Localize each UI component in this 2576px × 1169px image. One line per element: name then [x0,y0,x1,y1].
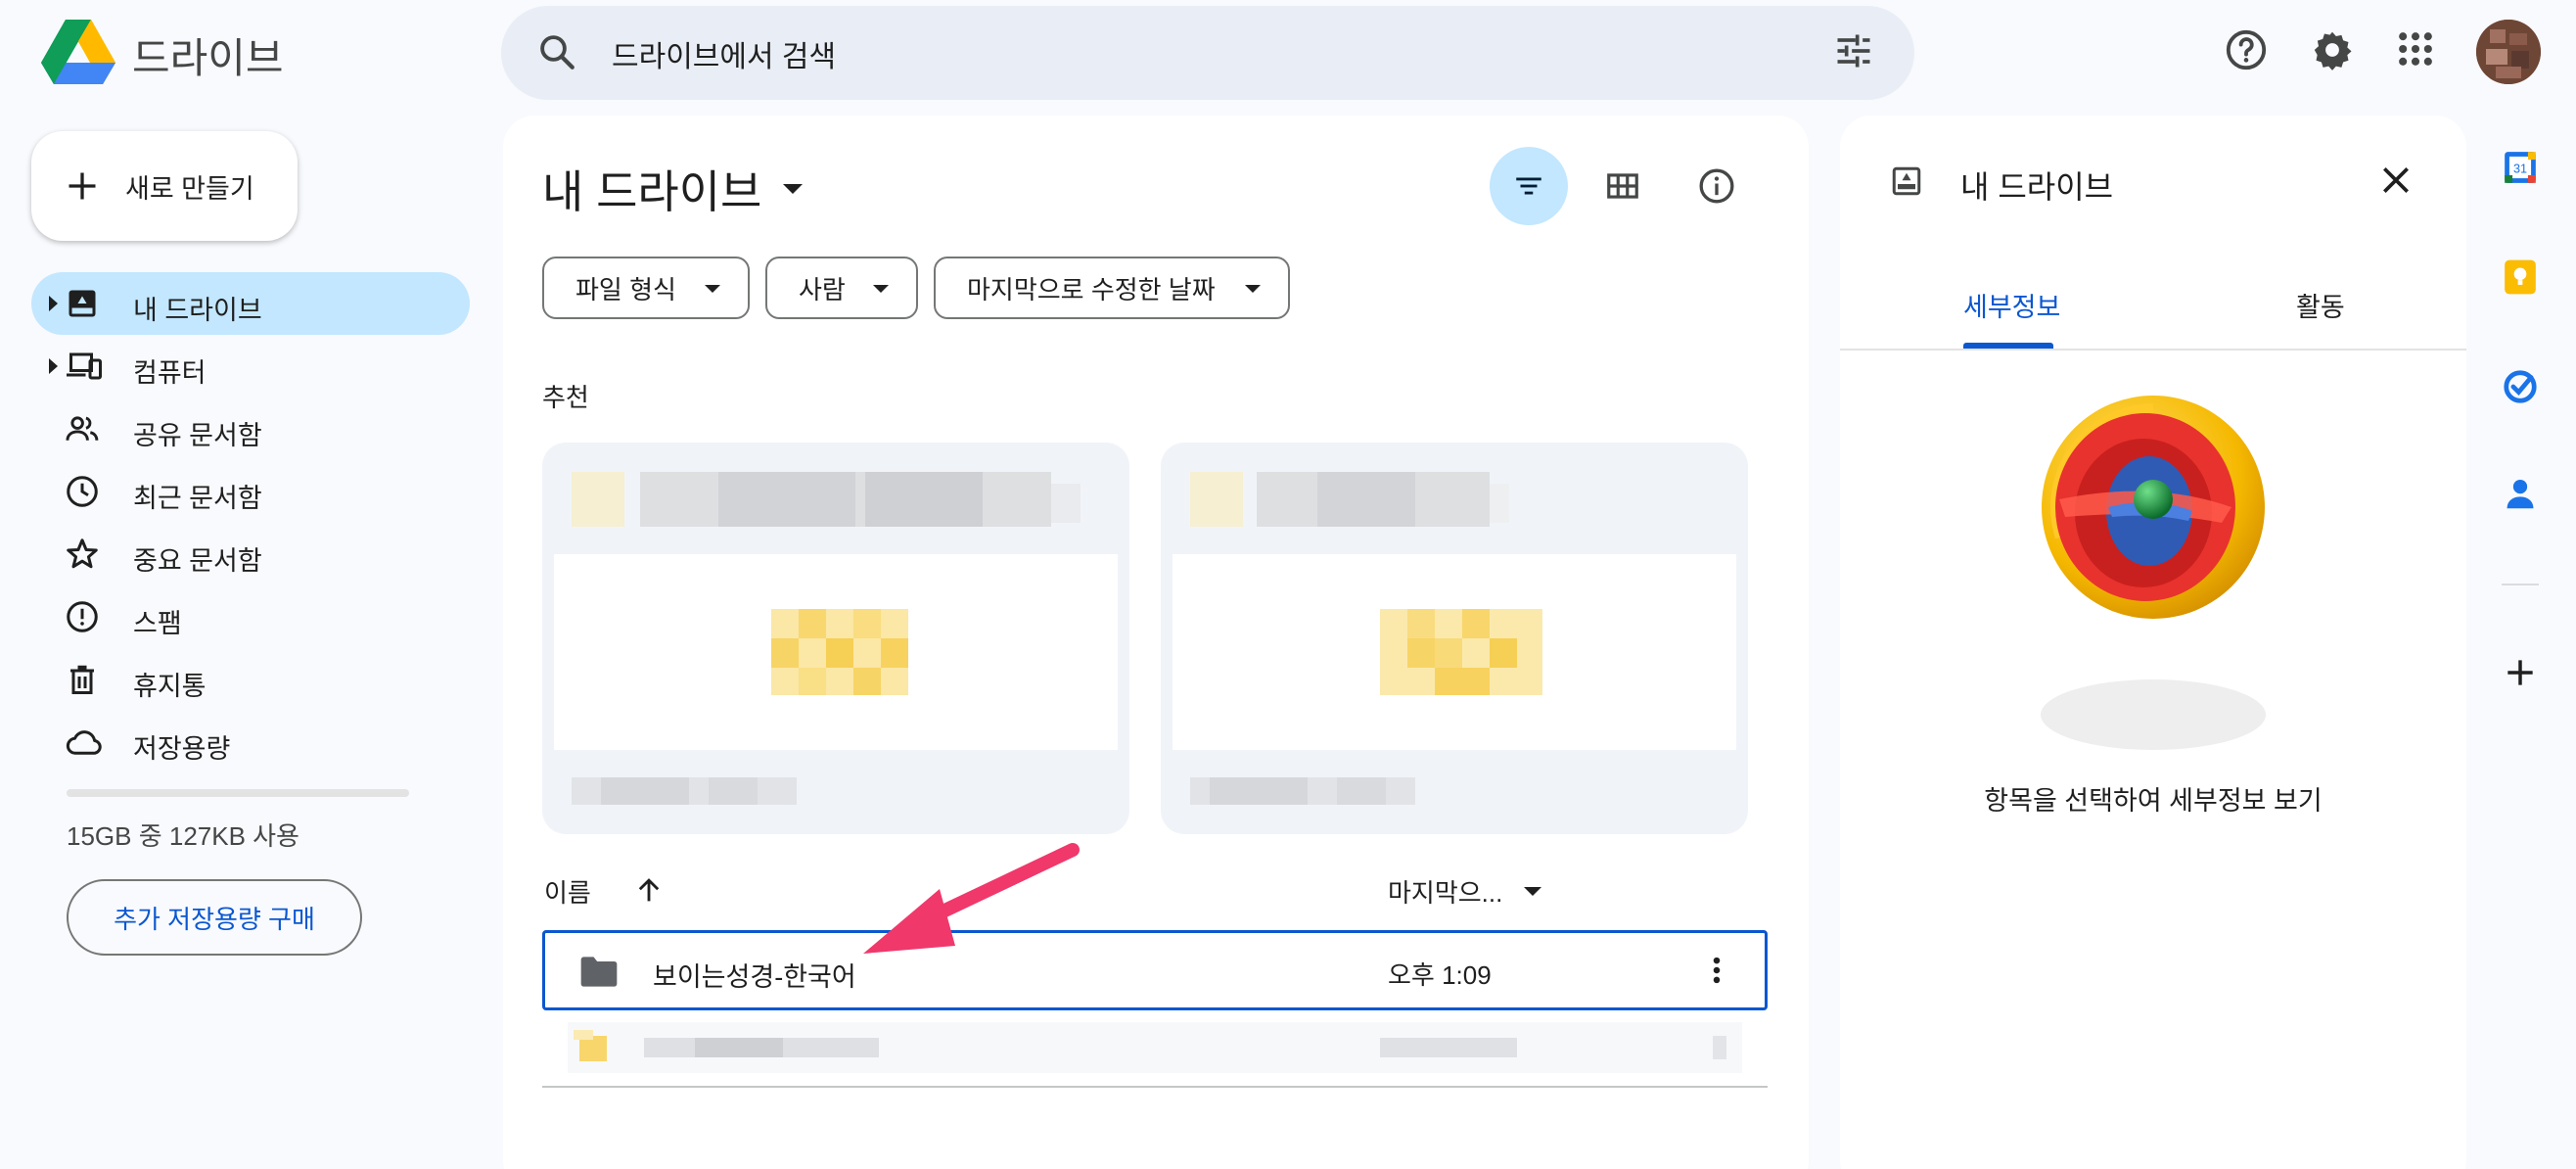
info-icon [1699,168,1734,204]
contacts-icon[interactable] [2502,476,2539,513]
details-info-button[interactable] [1678,147,1756,225]
star-icon [65,537,100,572]
settings-icon[interactable] [2310,27,2355,72]
expand-caret-icon[interactable] [49,296,58,311]
table-divider [542,1086,1768,1088]
sidebar-item-label: 중요 문서함 [133,546,262,576]
sidebar-item-storage[interactable]: 저장용량 [31,711,470,773]
file-thumbnail-blurred [1173,554,1736,750]
file-modified-time: 오후 1:09 [1388,960,1492,990]
column-header-modified[interactable]: 마지막으... [1388,873,1542,910]
sidebar-item-recent[interactable]: 최근 문서함 [31,460,470,523]
sidebar-item-label: 공유 문서함 [133,421,262,450]
column-header-label: 이름 [544,878,591,908]
apps-icon[interactable] [2394,27,2437,70]
chevron-down-icon [873,285,889,293]
annotation-arrow [842,842,1096,969]
help-icon[interactable] [2224,27,2269,72]
grid-view-button[interactable] [1584,147,1662,225]
calendar-day: 31 [2513,163,2527,176]
my-drive-icon [65,286,100,321]
sidebar-item-label: 내 드라이브 [133,296,262,325]
cloud-icon [65,725,102,760]
sidebar-item-computers[interactable]: 컴퓨터 [31,335,470,397]
suggested-title: 추천 [542,383,589,412]
my-drive-icon [1889,163,1924,200]
empty-details-illustration [2026,392,2280,764]
search-input[interactable]: 드라이브에서 검색 [612,32,836,75]
storage-usage-text: 15GB 중 127KB 사용 [67,821,299,851]
details-title: 내 드라이브 [1960,169,2114,205]
card-footer-blurred [1190,777,1425,805]
storage-progress-bar [67,789,409,797]
suggested-file-card[interactable] [542,443,1129,834]
calendar-icon[interactable]: 31 [2502,149,2539,186]
grid-icon [1607,173,1638,199]
new-button[interactable]: 새로 만들기 [31,131,298,241]
sidebar-item-label: 컴퓨터 [133,358,207,388]
drive-logo[interactable] [41,20,115,84]
search-icon[interactable] [536,31,577,72]
sidebar-item-shared[interactable]: 공유 문서함 [31,397,470,460]
filter-chip-label: 파일 형식 [575,274,676,304]
keep-icon[interactable] [2502,258,2539,296]
chevron-down-icon [705,285,720,293]
sidebar-item-label: 저장용량 [133,734,231,764]
page-title[interactable]: 내 드라이브 [542,157,804,221]
new-button-label: 새로 만들기 [125,173,254,204]
sidebar-item-label: 스팸 [133,609,182,638]
filter-chip-label: 사람 [799,274,846,304]
filter-view-button[interactable] [1490,147,1568,225]
card-footer-blurred [572,777,806,805]
expand-caret-icon[interactable] [49,358,58,374]
sidebar-item-my-drive[interactable]: 내 드라이브 [31,272,470,335]
dropdown-arrow-icon [783,184,804,194]
details-empty-message: 항목을 선택하여 세부정보 보기 [1984,786,2323,816]
table-row-blurred[interactable] [568,1022,1742,1073]
trash-icon [65,662,100,697]
filter-chip-people[interactable]: 사람 [765,257,918,319]
folder-icon [577,954,621,991]
close-icon[interactable] [2376,161,2415,200]
tune-icon[interactable] [1832,29,1875,72]
file-thumbnail-blurred [554,554,1118,750]
filter-chip-type[interactable]: 파일 형식 [542,257,750,319]
tab-activity[interactable]: 활동 [2296,286,2345,324]
clock-icon [65,474,100,509]
sidebar-nav: 내 드라이브 컴퓨터 공유 문서함 최근 문서함 중요 문서함 스팸 휴지통 저… [31,272,470,773]
column-header-label: 마지막으... [1388,878,1503,908]
sidebar-item-starred[interactable]: 중요 문서함 [31,523,470,585]
chevron-down-icon [1524,887,1542,896]
page-title-text: 내 드라이브 [542,166,762,217]
tasks-icon[interactable] [2502,368,2539,405]
filter-lines-icon [1516,177,1541,195]
card-header-blurred [572,472,1100,527]
tab-divider [1840,349,2466,351]
column-header-name[interactable]: 이름 [544,873,591,910]
active-tab-indicator [1963,343,2053,349]
app-title: 드라이브 [132,35,284,81]
more-actions-icon[interactable] [1703,954,1730,987]
shared-icon [65,411,100,446]
filter-chip-modified[interactable]: 마지막으로 수정한 날짜 [934,257,1290,319]
sort-arrow-up-icon[interactable] [632,873,666,907]
spam-icon [65,599,100,634]
sidebar-item-spam[interactable]: 스팸 [31,585,470,648]
add-icon[interactable] [2502,654,2539,691]
sidebar-item-label: 휴지통 [133,672,207,701]
plus-icon [65,168,100,204]
tab-details[interactable]: 세부정보 [1963,286,2060,324]
computers-icon [65,349,102,384]
file-name: 보이는성경-한국어 [653,962,856,992]
card-header-blurred [1190,472,1719,527]
buy-storage-button[interactable]: 추가 저장용량 구매 [67,879,362,956]
account-avatar[interactable] [2476,20,2541,84]
side-panel-divider [2502,584,2539,585]
suggested-file-card[interactable] [1161,443,1748,834]
sidebar-item-trash[interactable]: 휴지통 [31,648,470,711]
chevron-down-icon [1245,285,1261,293]
sidebar-item-label: 최근 문서함 [133,484,262,513]
filter-chip-label: 마지막으로 수정한 날짜 [967,274,1216,304]
